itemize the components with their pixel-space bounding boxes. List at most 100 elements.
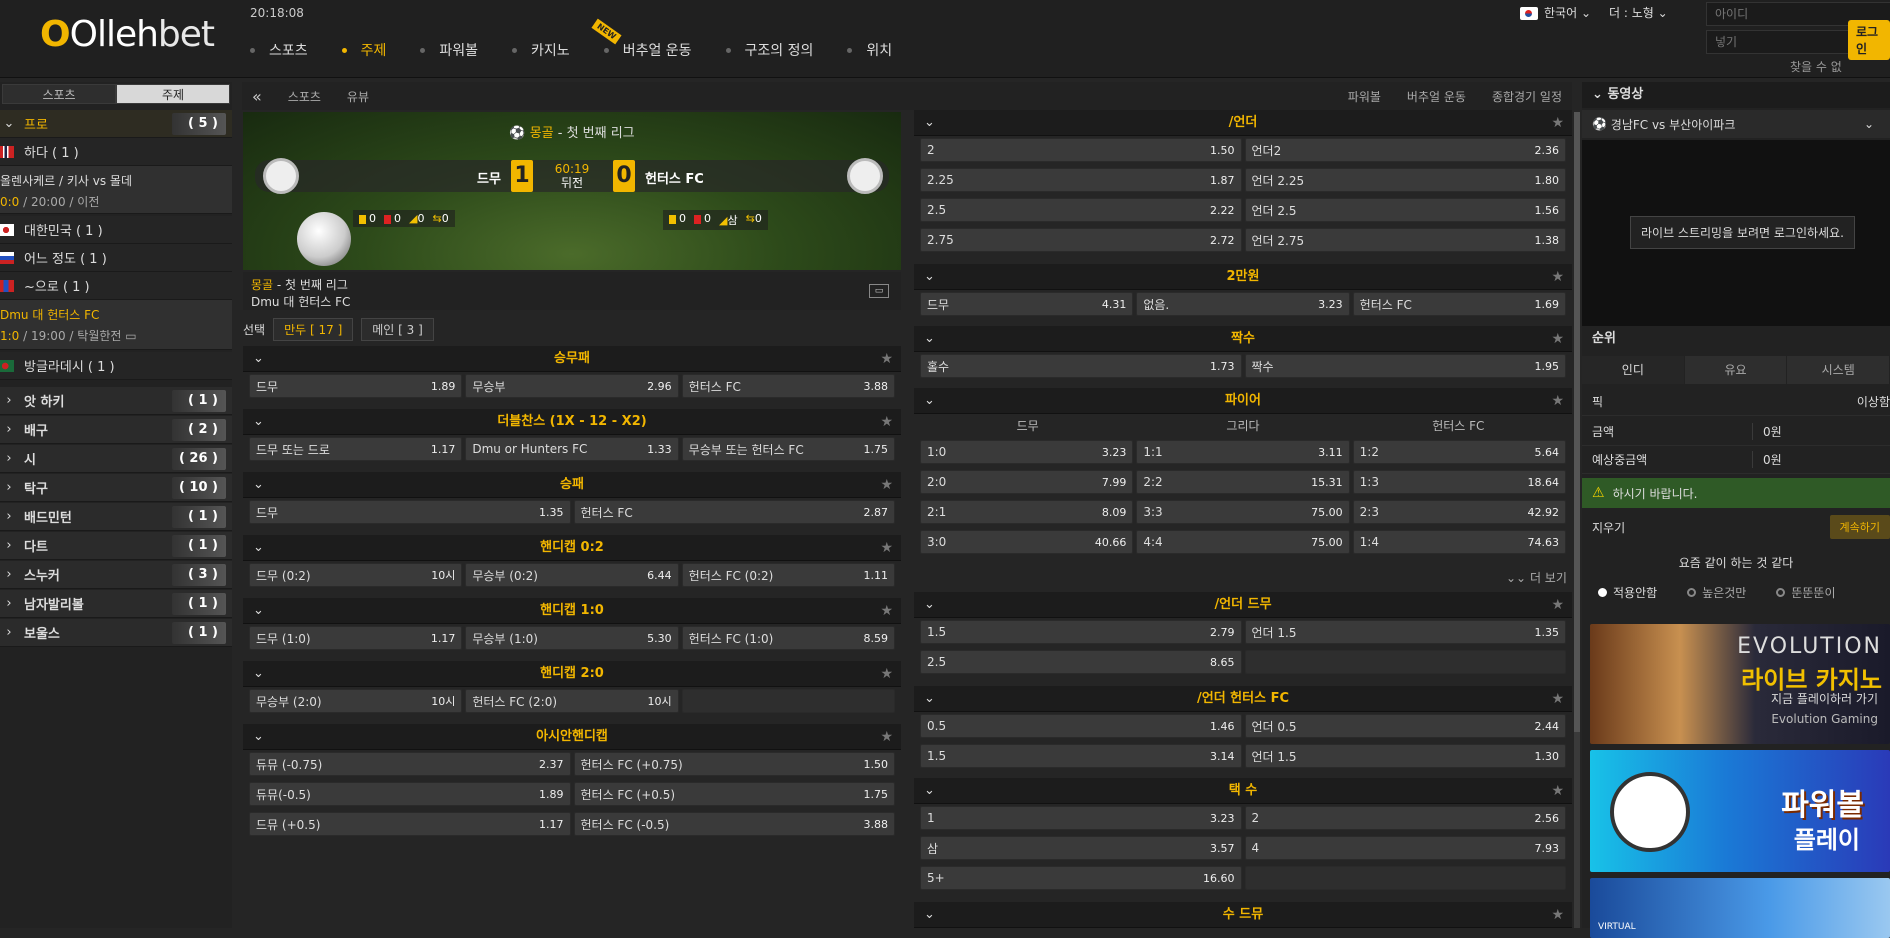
- odds-cell[interactable]: Dmu or Hunters FC 1.33: [465, 437, 679, 461]
- odds-cell[interactable]: 없음. 3.23: [1136, 292, 1350, 316]
- toolbar-schedule[interactable]: 종합경기 일정: [1492, 88, 1562, 105]
- star-icon[interactable]: ★: [880, 661, 893, 687]
- ou-header[interactable]: ⌄/언더 ★: [914, 110, 1572, 136]
- odds-cell[interactable]: 드무 4.31: [920, 292, 1134, 316]
- nav-sports[interactable]: 스포츠: [250, 40, 308, 60]
- odds-cell[interactable]: 헌터스 FC (+0.5) 1.75: [573, 782, 895, 806]
- tab-yuyo[interactable]: 유요: [1684, 356, 1788, 384]
- odds-cell[interactable]: 드무 1.89: [249, 374, 463, 398]
- stats-icon[interactable]: ▭: [869, 284, 889, 298]
- virtual-banner[interactable]: VIRTUAL: [1590, 878, 1890, 938]
- ouhome-header[interactable]: ⌄/언더 드무 ★: [914, 592, 1572, 618]
- odds-cell[interactable]: 언더2 2.36: [1244, 138, 1566, 162]
- star-icon[interactable]: ★: [880, 346, 893, 372]
- odds-cell[interactable]: 무승부 (2:0) 10시: [249, 689, 463, 713]
- odds-cell[interactable]: 2.5 2.22: [920, 198, 1242, 222]
- match-item-1[interactable]: 올렌사케르 / 키사 vs 몰데 0:0 / 20:00 / 이전: [0, 166, 232, 214]
- nav-casino[interactable]: 카지노 NEW: [512, 18, 622, 60]
- odds-cell[interactable]: 1:3 18.64: [1352, 470, 1566, 494]
- market-6-header[interactable]: ⌄ 아시안핸디캡 ★: [243, 724, 901, 750]
- star-icon[interactable]: ★: [1551, 686, 1564, 712]
- nav-rules[interactable]: 구조의 정의: [725, 40, 813, 60]
- toolbar-powerball[interactable]: 파워볼: [1348, 88, 1381, 105]
- radio-high[interactable]: 높은것만: [1687, 584, 1746, 601]
- odds-cell[interactable]: 0.5 1.46: [920, 714, 1242, 738]
- odds-cell[interactable]: 2.25 1.87: [920, 168, 1242, 192]
- video-match-select[interactable]: ⚽ 경남FC vs 부산아이파크 ⌄: [1582, 110, 1890, 138]
- tab-system[interactable]: 시스템: [1787, 356, 1890, 384]
- odds-cell[interactable]: 1:4 74.63: [1352, 530, 1566, 554]
- star-icon[interactable]: ★: [1551, 326, 1564, 352]
- nav-powerball[interactable]: 파워볼: [420, 40, 478, 60]
- odds-cell[interactable]: 무승부 (1:0) 5.30: [465, 626, 679, 650]
- star-icon[interactable]: ★: [880, 535, 893, 561]
- odds-cell[interactable]: 4:4 75.00: [1136, 530, 1350, 554]
- filter-main-button[interactable]: 메인 [ 3 ]: [361, 317, 434, 341]
- login-button[interactable]: 로그인: [1848, 20, 1890, 60]
- odds-cell[interactable]: 헌터스 FC (2:0) 10시: [465, 689, 679, 713]
- correct-header[interactable]: ⌄ 파이어 ★: [914, 388, 1572, 414]
- odds-cell[interactable]: 삼 3.57: [920, 836, 1242, 860]
- sub-mongolia[interactable]: ~으로 ( 1 ): [0, 272, 232, 300]
- tab-indie[interactable]: 인디: [1582, 356, 1685, 384]
- twoway-header[interactable]: ⌄ 2만원 ★: [914, 264, 1572, 290]
- evolution-casino-banner[interactable]: EVOLUTION 라이브 카지노 지금 플레이하러 가기 Evolution Gam…: [1590, 624, 1890, 744]
- odds-cell[interactable]: 언더 0.5 2.44: [1244, 714, 1566, 738]
- market-5-header[interactable]: ⌄ 핸디캡 2:0 ★: [243, 661, 901, 687]
- odds-cell[interactable]: 5+ 16.60: [920, 866, 1242, 890]
- goals-header[interactable]: ⌄ 택 수 ★: [914, 778, 1572, 804]
- ouaway-header[interactable]: ⌄/언더 헌터스 FC ★: [914, 686, 1572, 712]
- odds-cell[interactable]: 1:2 5.64: [1352, 440, 1566, 464]
- nav-topics[interactable]: 주제: [341, 40, 386, 60]
- odds-cell[interactable]: 1:0 3.23: [920, 440, 1134, 464]
- sport-mens-volleyball[interactable]: › 남자발리볼( 1 ): [0, 590, 232, 618]
- logo[interactable]: OOllehbet: [40, 14, 215, 55]
- tab-topics[interactable]: 주제: [116, 84, 230, 104]
- odds-cell[interactable]: 2:1 8.09: [920, 500, 1134, 524]
- odds-cell[interactable]: 3:3 75.00: [1136, 500, 1350, 524]
- collapse-icon[interactable]: «: [252, 87, 262, 106]
- odds-cell[interactable]: 헌터스 FC (1:0) 8.59: [681, 626, 895, 650]
- market-0-header[interactable]: ⌄ 승무패 ★: [243, 346, 901, 372]
- odds-cell[interactable]: 헌터스 FC 3.88: [681, 374, 895, 398]
- show-more-link[interactable]: ⌄⌄ 더 보기: [1506, 569, 1567, 586]
- odds-cell[interactable]: 2:3 42.92: [1352, 500, 1566, 524]
- clear-button[interactable]: 지우기: [1592, 519, 1625, 536]
- find-account-link[interactable]: 찾을 수 없: [1790, 58, 1842, 75]
- star-icon[interactable]: ★: [1551, 592, 1564, 618]
- oddeven-header[interactable]: ⌄ 짝수 ★: [914, 326, 1572, 352]
- sport-volleyball[interactable]: › 배구( 2 ): [0, 416, 232, 444]
- sub-russia[interactable]: 어느 정도 ( 1 ): [0, 244, 232, 272]
- radio-other[interactable]: 뚠뚠뚠이: [1776, 584, 1836, 601]
- odds-cell[interactable]: 드무 또는 드로 1.17: [249, 437, 463, 461]
- nav-virtual[interactable]: 버추얼 운동: [603, 40, 692, 60]
- nav-location[interactable]: 위치: [847, 40, 892, 60]
- sport-ice-hockey[interactable]: › 앗 하키( 1 ): [0, 387, 232, 415]
- market-3-header[interactable]: ⌄ 핸디캡 0:2 ★: [243, 535, 901, 561]
- odds-cell[interactable]: 2 1.50: [920, 138, 1242, 162]
- odds-cell[interactable]: 헌터스 FC (0:2) 1.11: [681, 563, 895, 587]
- odds-cell[interactable]: 언더 2.5 1.56: [1244, 198, 1566, 222]
- star-icon[interactable]: ★: [1551, 778, 1564, 804]
- toolbar-sports[interactable]: 스포츠: [288, 88, 321, 105]
- scrollbar-thumb[interactable]: [1574, 112, 1580, 732]
- sport-badminton[interactable]: › 배드민턴( 1 ): [0, 503, 232, 531]
- odds-cell[interactable]: 드무 (0:2) 10시: [249, 563, 463, 587]
- star-icon[interactable]: ★: [1551, 902, 1564, 928]
- market-2-header[interactable]: ⌄ 승패 ★: [243, 472, 901, 498]
- toolbar-virtual[interactable]: 버추얼 운동: [1407, 88, 1466, 105]
- sub-korea[interactable]: 대한민국 ( 1 ): [0, 216, 232, 244]
- odds-cell[interactable]: 헌터스 FC (+0.75) 1.50: [573, 752, 895, 776]
- star-icon[interactable]: ★: [1551, 388, 1564, 414]
- odds-cell[interactable]: 3:0 40.66: [920, 530, 1134, 554]
- odds-cell[interactable]: 무승부 2.96: [465, 374, 679, 398]
- odds-cell[interactable]: 짝수 1.95: [1244, 354, 1566, 378]
- sport-si[interactable]: › 시( 26 ): [0, 445, 232, 473]
- radio-none[interactable]: 적용안함: [1598, 584, 1657, 601]
- odds-cell[interactable]: 무승부 (0:2) 6.44: [465, 563, 679, 587]
- odds-cell[interactable]: 2 2.56: [1244, 806, 1566, 830]
- odds-cell[interactable]: 듀뮤 (-0.75) 2.37: [249, 752, 571, 776]
- toolbar-youview[interactable]: 유뷰: [347, 88, 369, 105]
- market-1-header[interactable]: ⌄ 더블찬스 (1X - 12 - X2) ★: [243, 409, 901, 435]
- odds-cell[interactable]: 2:0 7.99: [920, 470, 1134, 494]
